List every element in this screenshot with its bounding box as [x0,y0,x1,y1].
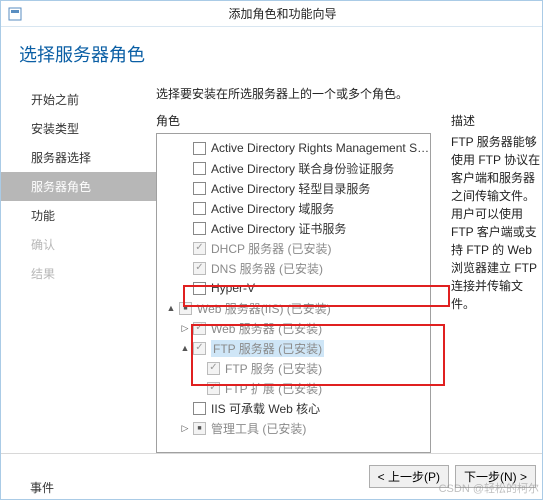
tree-label: Active Directory 证书服务 [211,220,346,237]
expand-icon[interactable]: ▲ [179,342,191,354]
tree-row[interactable]: ▷ 管理工具 (已安装) [157,418,430,438]
prev-button[interactable]: < 上一步(P) [369,465,449,488]
tree-label: DNS 服务器 (已安装) [211,260,323,277]
watermark: CSDN @轻松的柯尔 [439,480,539,496]
tree-row[interactable]: Active Directory 证书服务 [157,218,430,238]
checkbox[interactable] [193,282,206,295]
checkbox [193,262,206,275]
expand-icon [179,402,191,414]
tree-label: Web 服务器(IIS) (已安装) [197,300,331,317]
titlebar: 添加角色和功能向导 [1,1,542,27]
sidebar: 开始之前 安装类型 服务器选择 服务器角色 功能 确认 结果 [1,77,156,453]
checkbox [193,422,206,435]
checkbox[interactable] [193,162,206,175]
checkbox[interactable] [193,202,206,215]
sidebar-item-before-begin[interactable]: 开始之前 [1,85,156,114]
tree-label: IIS 可承载 Web 核心 [211,400,320,417]
tree-label: DHCP 服务器 (已安装) [211,240,331,257]
events-label: 事件 [30,479,54,496]
expand-icon [179,282,191,294]
roles-tree: Active Directory Rights Management Servi… [157,134,430,442]
roles-column: 角色 Active Directory Rights Management Se… [156,112,431,453]
sidebar-item-server-select[interactable]: 服务器选择 [1,143,156,172]
expand-icon [179,142,191,154]
tree-label: FTP 扩展 (已安装) [225,380,322,397]
tree-row[interactable]: ▲ Web 服务器(IIS) (已安装) [157,298,430,318]
expand-icon [179,162,191,174]
expand-icon [179,242,191,254]
expand-icon[interactable]: ▲ [165,302,177,314]
expand-icon [193,382,205,394]
expand-icon[interactable]: ▷ [179,422,191,434]
checkbox [193,342,206,355]
tree-row[interactable]: Active Directory 域服务 [157,198,430,218]
expand-icon [179,262,191,274]
tree-row[interactable]: FTP 服务 (已安装) [157,358,430,378]
checkbox [193,322,206,335]
tree-row[interactable]: Active Directory Rights Management Servi… [157,138,430,158]
tree-label: Active Directory Rights Management Servi… [211,141,430,155]
tree-row[interactable]: DNS 服务器 (已安装) [157,258,430,278]
checkbox [179,302,192,315]
tree-row[interactable]: ▷ Web 服务器 (已安装) [157,318,430,338]
tree-label: Web 服务器 (已安装) [211,320,322,337]
tree-label: Active Directory 联合身份验证服务 [211,160,394,177]
main: 选择要安装在所选服务器上的一个或多个角色。 角色 Active Director… [156,77,542,453]
expand-icon [193,362,205,374]
description-header: 描述 [451,112,542,129]
roles-tree-scroll[interactable]: Active Directory Rights Management Servi… [157,134,430,452]
tree-row[interactable]: Active Directory 联合身份验证服务 [157,158,430,178]
description-text: FTP 服务器能够使用 FTP 协议在客户端和服务器之间传输文件。用户可以使用 … [451,133,542,313]
instruction-text: 选择要安装在所选服务器上的一个或多个角色。 [156,85,542,102]
tree-label: FTP 服务器 (已安装) [211,340,324,357]
checkbox [207,362,220,375]
expand-icon [179,202,191,214]
tree-row[interactable]: IIS 可承载 Web 核心 [157,398,430,418]
tree-label: Active Directory 轻型目录服务 [211,180,370,197]
expand-icon [179,182,191,194]
sidebar-item-confirm: 确认 [1,230,156,259]
window-title: 添加角色和功能向导 [29,5,536,22]
tree-label: Hyper-V [211,281,255,295]
checkbox[interactable] [193,142,206,155]
sidebar-item-features[interactable]: 功能 [1,201,156,230]
sidebar-item-results: 结果 [1,259,156,288]
columns: 角色 Active Directory Rights Management Se… [156,112,542,453]
checkbox[interactable] [193,402,206,415]
tree-row[interactable]: DHCP 服务器 (已安装) [157,238,430,258]
tree-row[interactable]: FTP 扩展 (已安装) [157,378,430,398]
sidebar-item-install-type[interactable]: 安装类型 [1,114,156,143]
tree-label: 管理工具 (已安装) [211,420,306,437]
roles-header: 角色 [156,112,431,129]
tree-label: FTP 服务 (已安装) [225,360,322,377]
checkbox [207,382,220,395]
description-column: 描述 FTP 服务器能够使用 FTP 协议在客户端和服务器之间传输文件。用户可以… [431,112,542,453]
tree-row[interactable]: Hyper-V [157,278,430,298]
page-title: 选择服务器角色 [1,27,542,77]
expand-icon [179,222,191,234]
checkbox[interactable] [193,182,206,195]
wizard-window: 添加角色和功能向导 选择服务器角色 开始之前 安装类型 服务器选择 服务器角色 … [0,0,543,500]
tree-row[interactable]: Active Directory 轻型目录服务 [157,178,430,198]
tree-row[interactable]: ▲ FTP 服务器 (已安装) [157,338,430,358]
checkbox [193,242,206,255]
body: 开始之前 安装类型 服务器选择 服务器角色 功能 确认 结果 选择要安装在所选服… [1,77,542,453]
roles-tree-container: Active Directory Rights Management Servi… [156,133,431,453]
sidebar-item-server-roles[interactable]: 服务器角色 [1,172,156,201]
expand-icon[interactable]: ▷ [179,322,191,334]
app-icon [7,6,23,22]
tree-label: Active Directory 域服务 [211,200,334,217]
checkbox[interactable] [193,222,206,235]
